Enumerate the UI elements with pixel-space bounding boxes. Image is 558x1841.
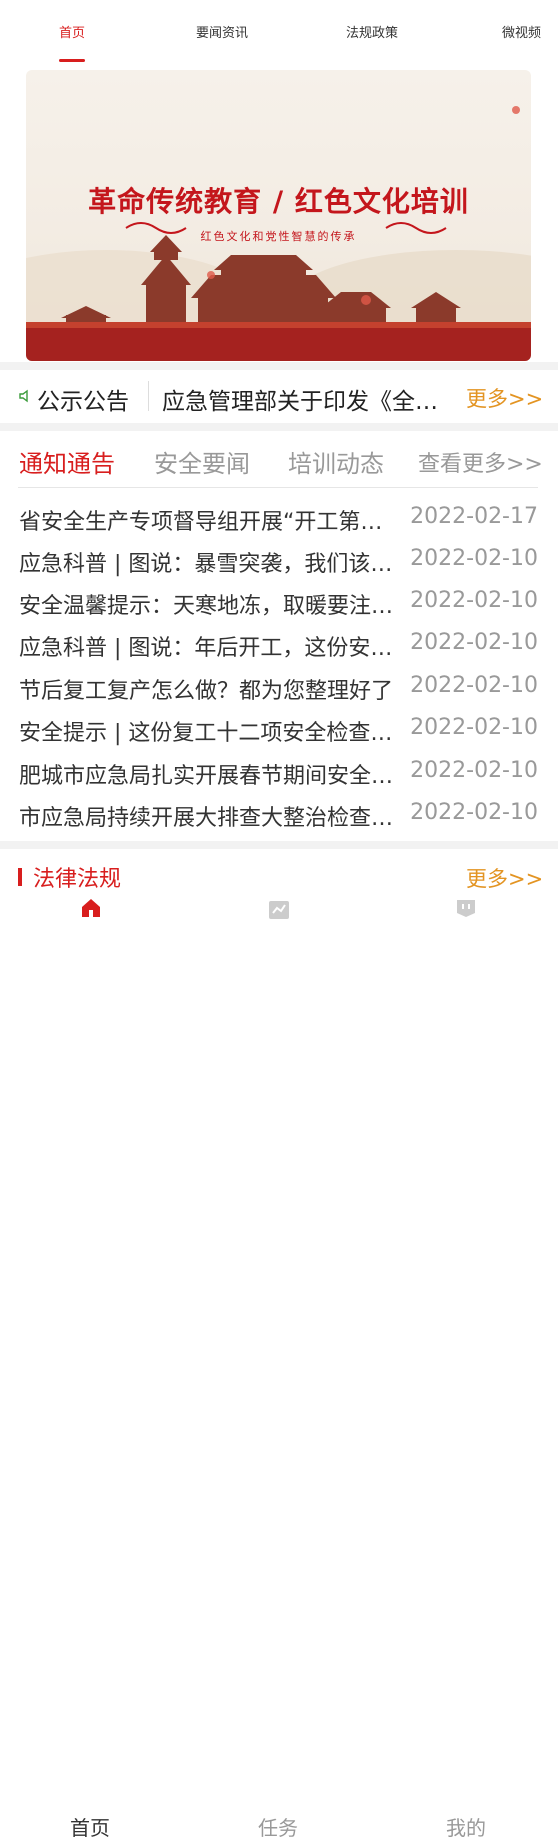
news-item-date: 2022-02-10 xyxy=(410,546,538,571)
home-icon xyxy=(80,898,102,918)
banner-subtitle: 红色文化和党性智慧的传承 xyxy=(200,230,357,243)
news-item-date: 2022-02-17 xyxy=(410,504,538,529)
tab-news[interactable]: 要闻资讯 xyxy=(196,22,248,41)
notice-label: 公示公告 xyxy=(37,389,129,415)
section-separator xyxy=(0,362,558,370)
news-item-title[interactable]: 市应急局持续开展大排查大整治检查行动 xyxy=(19,800,394,832)
news-item-title[interactable]: 省安全生产专项督导组开展“开工第一课”活动 xyxy=(19,504,394,536)
section-separator xyxy=(0,423,558,431)
news-item-date: 2022-02-10 xyxy=(410,800,538,825)
law-section-title: 法律法规 xyxy=(33,867,122,892)
tab-training[interactable]: 培训动态 xyxy=(288,444,384,479)
news-item-date: 2022-02-10 xyxy=(410,715,538,740)
tab-video[interactable]: 微视频 xyxy=(502,22,541,41)
chart-icon xyxy=(268,900,290,920)
view-more-link[interactable]: 查看更多>> xyxy=(418,446,543,478)
news-item-date: 2022-02-10 xyxy=(410,630,538,655)
news-item-date: 2022-02-10 xyxy=(410,588,538,613)
news-item-date: 2022-02-10 xyxy=(410,758,538,783)
banner-carousel[interactable]: 革命传统教育 / 红色文化培训 红色文化和党性智慧的传承 xyxy=(26,70,531,361)
tab-regulations[interactable]: 法规政策 xyxy=(346,22,398,41)
news-item-date: 2022-02-10 xyxy=(410,673,538,698)
divider xyxy=(148,381,149,411)
notice-more-link[interactable]: 更多>> xyxy=(466,383,543,413)
bottom-nav-label: 任务 xyxy=(258,1816,298,1840)
bottom-nav-label: 我的 xyxy=(446,1816,486,1840)
notice-text[interactable]: 应急管理部关于印发《全国安全生产专项整治三年行动计划》的通知 xyxy=(162,382,442,416)
tab-notices[interactable]: 通知通告 xyxy=(19,444,115,479)
news-item-title[interactable]: 安全温馨提示：天寒地冻，取暖要注意安全 xyxy=(19,588,394,620)
tab-safety-news[interactable]: 安全要闻 xyxy=(154,444,250,479)
news-item-title[interactable]: 节后复工复产怎么做？都为您整理好了 xyxy=(19,673,394,705)
section-marker xyxy=(18,868,22,886)
face-icon xyxy=(455,898,477,918)
news-item-title[interactable]: 安全提示 | 这份复工十二项安全检查清单请收好 xyxy=(19,715,394,747)
news-item-title[interactable]: 应急科普 | 图说：暴雪突袭，我们该如何应对 xyxy=(19,546,394,578)
news-item-title[interactable]: 应急科普 | 图说：年后开工，这份安全提示请收好 xyxy=(19,630,394,662)
news-item-title[interactable]: 肥城市应急局扎实开展春节期间安全生产工作 xyxy=(19,758,394,790)
section-separator xyxy=(0,841,558,849)
active-tab-indicator xyxy=(59,59,85,62)
speaker-icon xyxy=(18,388,32,407)
law-more-link[interactable]: 更多>> xyxy=(466,863,543,893)
bottom-nav-label: 首页 xyxy=(70,1816,110,1840)
divider xyxy=(18,487,538,488)
tab-home[interactable]: 首页 xyxy=(59,22,85,41)
bottom-nav-bar: 首页 任务 我的 xyxy=(0,890,558,1840)
top-tab-bar: 首页 要闻资讯 法规政策 微视频 xyxy=(0,0,558,62)
banner-title: 革命传统教育 / 红色文化培训 xyxy=(88,185,469,218)
